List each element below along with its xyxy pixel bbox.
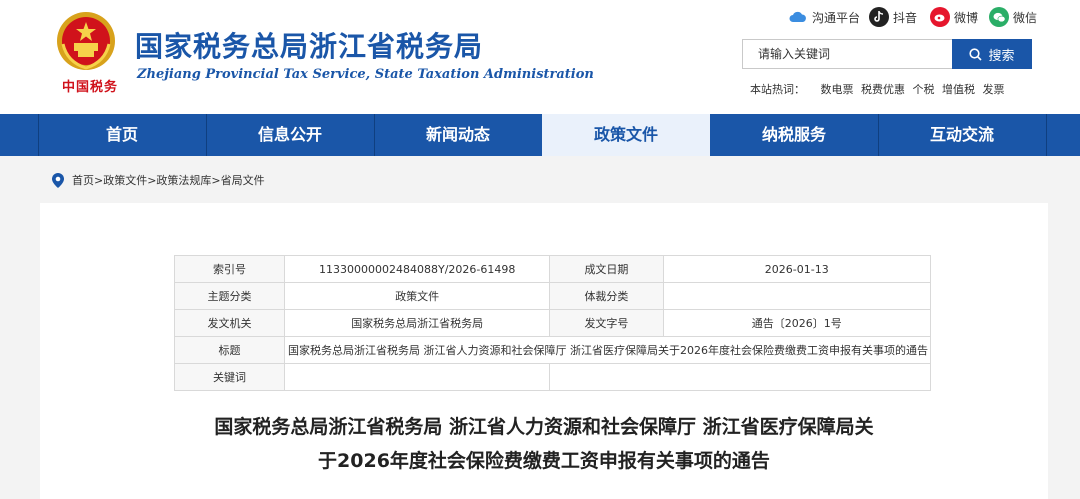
breadcrumb: 首页>政策文件>政策法规库>省局文件	[52, 172, 265, 188]
meta-key: 主题分类	[174, 282, 285, 310]
meta-value-index-no: 11330000002484088Y/2026-61498	[283, 255, 551, 283]
nav-divider	[1046, 114, 1047, 156]
article-panel: 索引号 11330000002484088Y/2026-61498 成文日期 2…	[40, 203, 1048, 499]
weibo-icon	[930, 7, 950, 27]
search-button-label: 搜索	[988, 48, 1015, 64]
nav-item-news[interactable]: 新闻动态	[374, 114, 542, 156]
nav-item-home[interactable]: 首页	[38, 114, 206, 156]
meta-key: 索引号	[174, 255, 285, 283]
social-label: 微博	[954, 10, 979, 25]
meta-value-date: 2026-01-13	[662, 255, 931, 283]
meta-key: 体裁分类	[549, 282, 664, 310]
social-link-douyin[interactable]: 抖音	[869, 7, 917, 27]
social-link-weibo[interactable]: 微博	[930, 7, 978, 27]
social-link-platform[interactable]: 沟通平台	[788, 7, 860, 27]
table-row: 发文机关 国家税务总局浙江省税务局 发文字号 通告〔2026〕1号	[174, 309, 931, 337]
site-subtitle: Zhejiang Provincial Tax Service, State T…	[137, 67, 594, 82]
meta-key: 关键词	[174, 363, 285, 391]
hot-word-link[interactable]: 税费优惠	[861, 83, 905, 96]
nav-item-policy[interactable]: 政策文件	[542, 114, 710, 156]
meta-value-empty	[549, 363, 931, 391]
search-input[interactable]	[742, 39, 952, 69]
meta-value-keywords	[283, 363, 551, 391]
social-label: 微信	[1013, 10, 1038, 25]
hot-words: 本站热词： 数电票 税费优惠 个税 增值税 发票	[750, 81, 1009, 97]
national-emblem-icon	[55, 10, 117, 72]
social-link-wechat[interactable]: 微信	[989, 7, 1037, 27]
meta-value-genre	[662, 282, 931, 310]
social-label: 沟通平台	[812, 10, 861, 25]
document-meta-table: 索引号 11330000002484088Y/2026-61498 成文日期 2…	[174, 255, 931, 391]
hot-words-label: 本站热词：	[750, 83, 805, 96]
slogan-logo: 中国税务	[62, 80, 119, 95]
breadcrumb-path[interactable]: 首页>政策文件>政策法规库>省局文件	[72, 172, 265, 188]
meta-key: 成文日期	[549, 255, 664, 283]
nav-item-service[interactable]: 纳税服务	[710, 114, 878, 156]
meta-value-category: 政策文件	[283, 282, 551, 310]
tiktok-icon	[869, 7, 889, 27]
hot-word-link[interactable]: 个税	[913, 83, 935, 96]
search-icon	[969, 47, 983, 61]
location-pin-icon	[52, 172, 64, 188]
site-header: 中国税务 国家税务总局浙江省税务局 Zhejiang Provincial Ta…	[0, 0, 1080, 114]
meta-value-issuer: 国家税务总局浙江省税务局	[283, 309, 551, 337]
nav-item-interaction[interactable]: 互动交流	[878, 114, 1046, 156]
cloud-icon	[788, 7, 808, 27]
wechat-icon	[989, 7, 1009, 27]
table-row: 主题分类 政策文件 体裁分类	[174, 282, 931, 310]
document-title-line: 于2026年度社会保险费缴费工资申报有关事项的通告	[318, 450, 770, 472]
document-title: 国家税务总局浙江省税务局 浙江省人力资源和社会保障厅 浙江省医疗保障局关 于20…	[40, 410, 1048, 478]
table-row: 索引号 11330000002484088Y/2026-61498 成文日期 2…	[174, 255, 931, 283]
document-title-line: 国家税务总局浙江省税务局 浙江省人力资源和社会保障厅 浙江省医疗保障局关	[214, 416, 874, 438]
meta-value-title: 国家税务总局浙江省税务局 浙江省人力资源和社会保障厅 浙江省医疗保障局关于202…	[284, 336, 931, 364]
search-button[interactable]: 搜索	[952, 39, 1032, 69]
meta-key: 发文机关	[174, 309, 285, 337]
table-row: 标题 国家税务总局浙江省税务局 浙江省人力资源和社会保障厅 浙江省医疗保障局关于…	[174, 336, 931, 364]
nav-item-info[interactable]: 信息公开	[206, 114, 374, 156]
hot-word-link[interactable]: 数电票	[821, 83, 854, 96]
meta-value-doc-no: 通告〔2026〕1号	[662, 309, 931, 337]
social-label: 抖音	[893, 10, 918, 25]
table-row: 关键词	[174, 363, 931, 391]
hot-word-link[interactable]: 发票	[983, 83, 1005, 96]
hot-word-link[interactable]: 增值税	[942, 83, 975, 96]
meta-key: 发文字号	[549, 309, 664, 337]
site-title[interactable]: 国家税务总局浙江省税务局	[135, 25, 483, 65]
main-nav: 首页 信息公开 新闻动态 政策文件 纳税服务 互动交流	[0, 114, 1080, 156]
meta-key: 标题	[174, 336, 285, 364]
